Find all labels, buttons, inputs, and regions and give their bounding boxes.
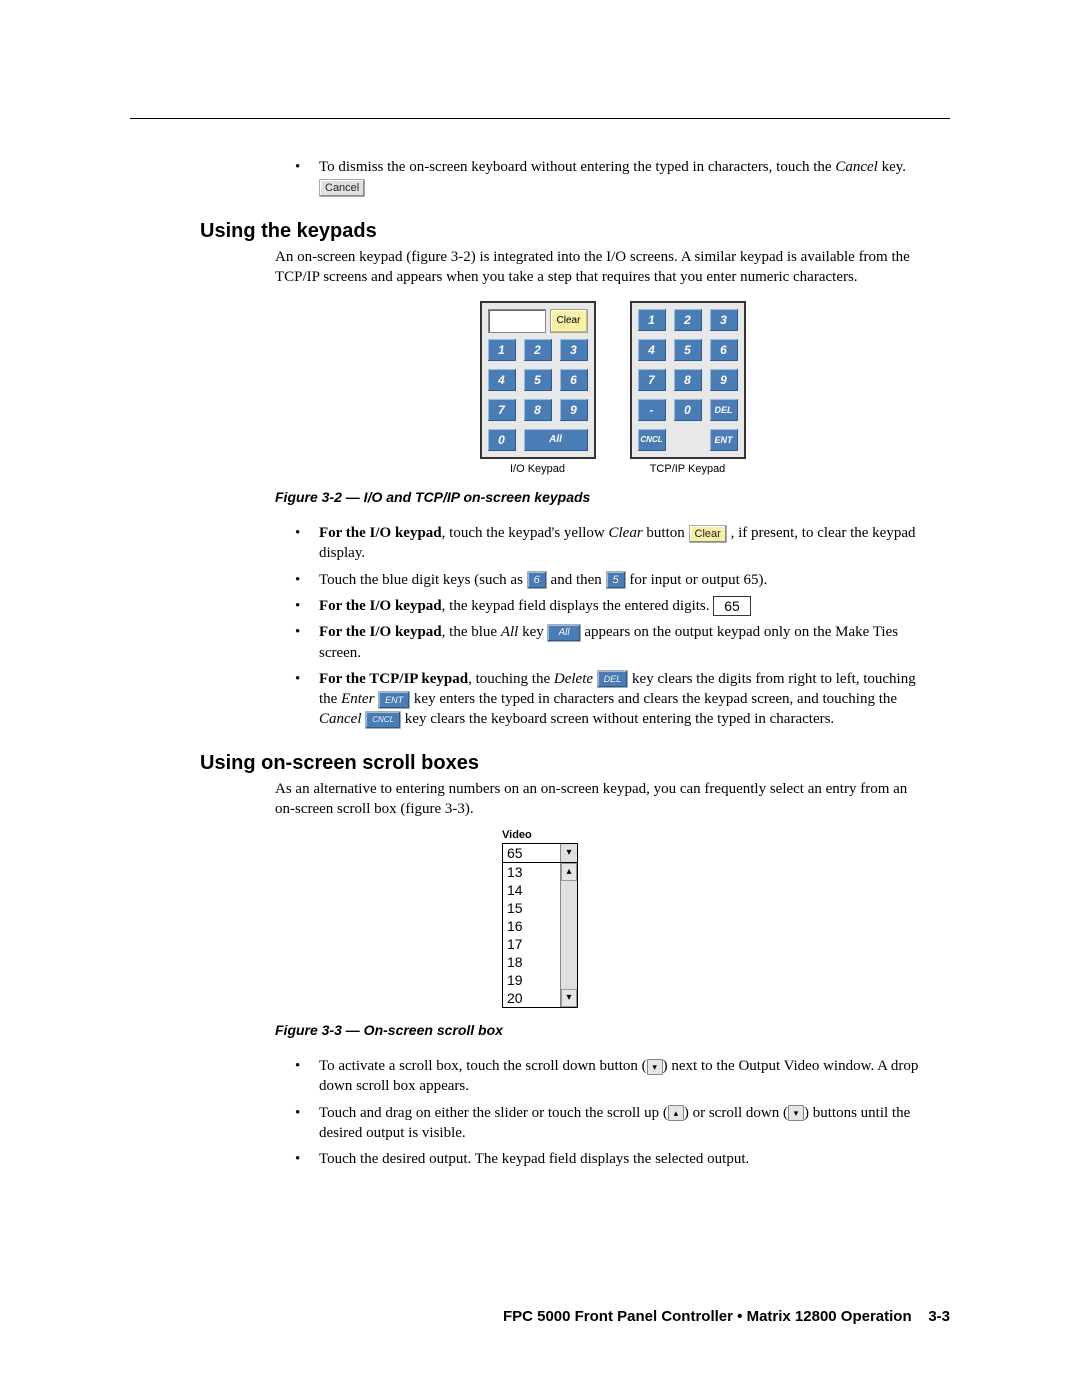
cancel-button-icon: Cancel <box>319 179 365 197</box>
scrollbox-title: Video <box>502 829 578 841</box>
bullet-tcp-keys: • For the TCP/IP keypad, touching the De… <box>295 669 930 730</box>
tcp-key-6[interactable]: 6 <box>710 339 738 361</box>
tcp-key-4[interactable]: 4 <box>638 339 666 361</box>
list-item[interactable]: 16 <box>503 917 560 935</box>
figure-scroll-box: Video 65 ▾ 13 14 15 16 17 18 19 20 ▴ <box>130 829 950 1008</box>
list-item[interactable]: 20 <box>503 989 560 1007</box>
io-keypad-display <box>488 309 546 333</box>
io-keypad-group: Clear 1 2 3 4 5 6 7 8 9 0 All <box>480 301 596 475</box>
digit-5-icon: 5 <box>606 571 626 589</box>
tcp-key-9[interactable]: 9 <box>710 369 738 391</box>
tcp-key-0[interactable]: 0 <box>674 399 702 421</box>
io-key-4[interactable]: 4 <box>488 369 516 391</box>
figure-3-2-caption: Figure 3-2 — I/O and TCP/IP on-screen ke… <box>275 489 950 505</box>
tcp-key-ent[interactable]: ENT <box>710 429 738 451</box>
tcp-key-1[interactable]: 1 <box>638 309 666 331</box>
tcp-key-2[interactable]: 2 <box>674 309 702 331</box>
bullet-dismiss-keyboard: • To dismiss the on-screen keyboard with… <box>295 157 930 198</box>
scroll-up-icon[interactable]: ▴ <box>561 863 577 881</box>
dropdown-arrow-icon[interactable]: ▾ <box>560 844 577 862</box>
figure-3-3-caption: Figure 3-3 — On-screen scroll box <box>275 1022 950 1038</box>
bullet-touch-output: • Touch the desired output. The keypad f… <box>295 1149 930 1169</box>
tcp-key-5[interactable]: 5 <box>674 339 702 361</box>
scroll-down-icon[interactable]: ▾ <box>561 989 577 1007</box>
bullet-drag-slider: • Touch and drag on either the slider or… <box>295 1103 930 1144</box>
heading-using-keypads: Using the keypads <box>200 220 950 243</box>
io-key-5[interactable]: 5 <box>524 369 552 391</box>
down-arrow-icon: ▾ <box>647 1059 663 1075</box>
figure-keypads: Clear 1 2 3 4 5 6 7 8 9 0 All <box>275 301 950 475</box>
io-key-8[interactable]: 8 <box>524 399 552 421</box>
scroll-track[interactable] <box>561 881 577 989</box>
tcp-key-minus[interactable]: - <box>638 399 666 421</box>
para-scroll-intro: As an alternative to entering numbers on… <box>275 779 930 820</box>
list-item[interactable]: 17 <box>503 935 560 953</box>
scrollbox-combo[interactable]: 65 ▾ <box>502 843 578 863</box>
text: To dismiss the on-screen keyboard withou… <box>319 159 835 175</box>
tcp-keypad-group: 1 2 3 4 5 6 7 8 9 - 0 DEL CNCL <box>630 301 746 475</box>
scrollbox-list: 13 14 15 16 17 18 19 20 <box>503 863 560 1007</box>
down-arrow-icon: ▾ <box>788 1105 804 1121</box>
header-rule <box>130 118 950 119</box>
io-key-9[interactable]: 9 <box>560 399 588 421</box>
page-footer: FPC 5000 Front Panel Controller • Matrix… <box>503 1308 950 1325</box>
ent-button-icon: ENT <box>378 691 410 709</box>
io-keypad-label: I/O Keypad <box>480 463 596 475</box>
tcp-key-8[interactable]: 8 <box>674 369 702 391</box>
cncl-button-icon: CNCL <box>365 711 401 729</box>
io-key-0[interactable]: 0 <box>488 429 516 451</box>
up-arrow-icon: ▴ <box>668 1105 684 1121</box>
list-item[interactable]: 18 <box>503 953 560 971</box>
digit-6-icon: 6 <box>527 571 547 589</box>
heading-scroll-boxes: Using on-screen scroll boxes <box>200 752 950 775</box>
text: key. <box>878 159 906 175</box>
clear-button-icon: Clear <box>689 525 727 543</box>
io-key-1[interactable]: 1 <box>488 339 516 361</box>
bullet-io-field: • For the I/O keypad, the keypad field d… <box>295 596 930 617</box>
io-key-3[interactable]: 3 <box>560 339 588 361</box>
tcp-keypad-label: TCP/IP Keypad <box>630 463 746 475</box>
cancel-key-name: Cancel <box>835 159 878 175</box>
io-key-2[interactable]: 2 <box>524 339 552 361</box>
list-item[interactable]: 15 <box>503 899 560 917</box>
list-item[interactable]: 13 <box>503 863 560 881</box>
scrollbox-value: 65 <box>503 844 560 862</box>
tcp-key-del[interactable]: DEL <box>710 399 738 421</box>
list-item[interactable]: 14 <box>503 881 560 899</box>
bullet-touch-digits: • Touch the blue digit keys (such as 6 a… <box>295 570 930 590</box>
io-key-7[interactable]: 7 <box>488 399 516 421</box>
tcp-key-7[interactable]: 7 <box>638 369 666 391</box>
keypad-field-value: 65 <box>713 596 751 616</box>
bullet-io-all: • For the I/O keypad, the blue All key A… <box>295 622 930 663</box>
all-button-icon: All <box>547 624 580 642</box>
tcp-key-cncl[interactable]: CNCL <box>638 429 666 451</box>
io-keypad-clear-button[interactable]: Clear <box>550 309 588 333</box>
list-item[interactable]: 19 <box>503 971 560 989</box>
del-button-icon: DEL <box>597 670 629 688</box>
tcp-key-3[interactable]: 3 <box>710 309 738 331</box>
bullet-activate-scroll: • To activate a scroll box, touch the sc… <box>295 1056 930 1097</box>
bullet-io-clear: • For the I/O keypad, touch the keypad's… <box>295 523 930 564</box>
para-keypad-intro: An on-screen keypad (figure 3-2) is inte… <box>275 247 930 288</box>
io-key-6[interactable]: 6 <box>560 369 588 391</box>
io-key-all[interactable]: All <box>524 429 588 451</box>
